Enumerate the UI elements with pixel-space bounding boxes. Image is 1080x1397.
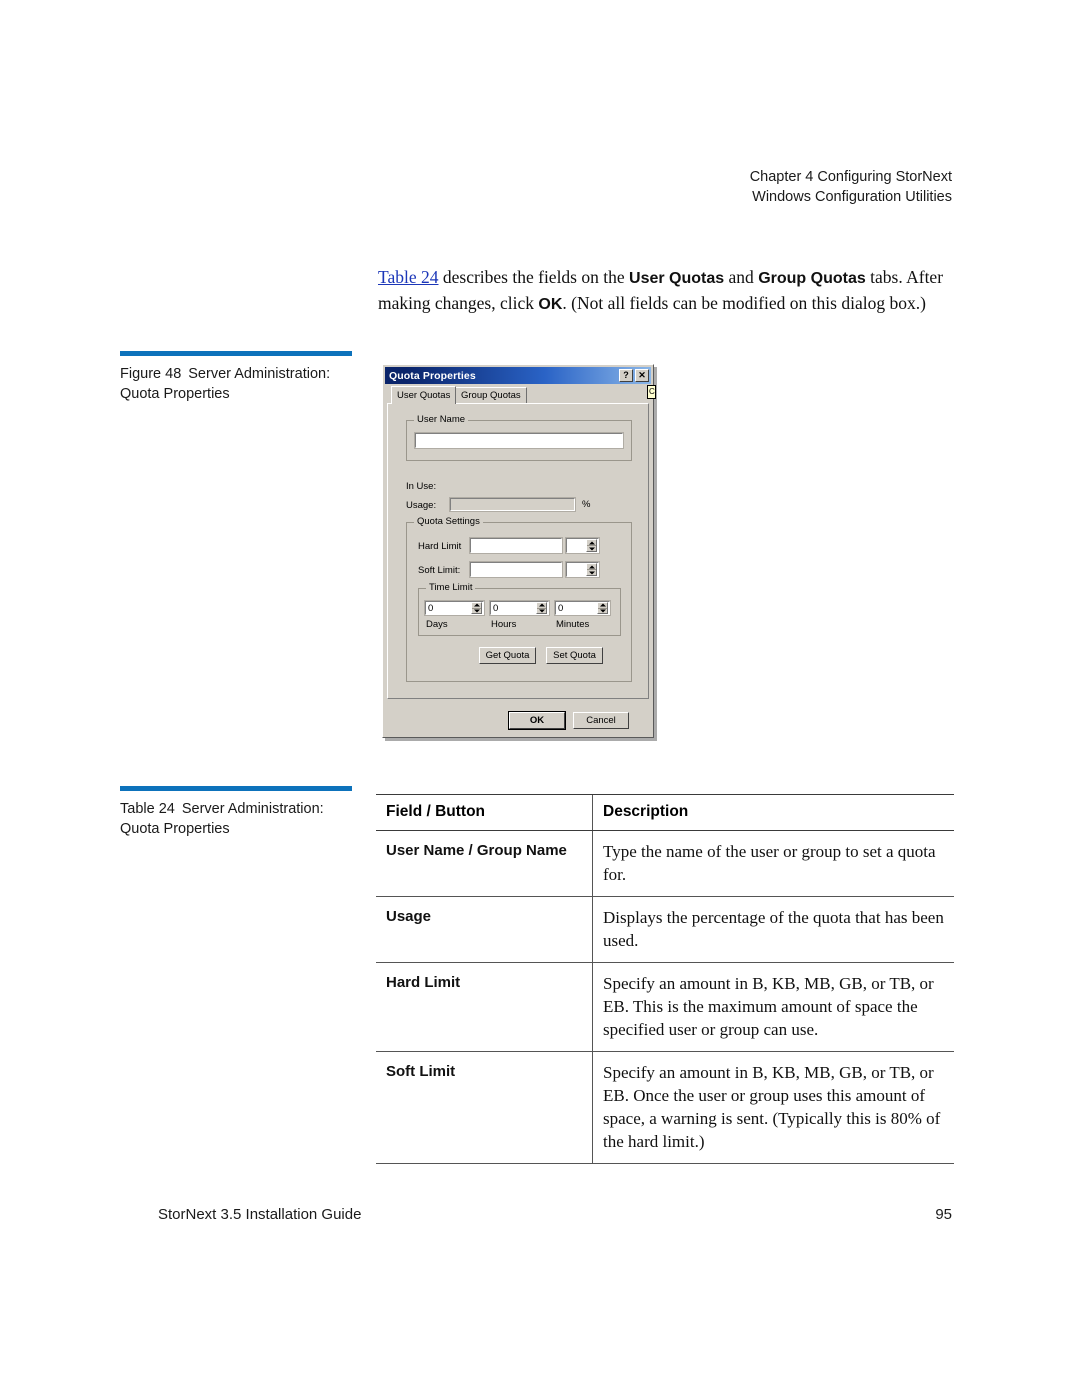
user-name-input[interactable] (414, 432, 624, 449)
hard-limit-spinner-down-icon[interactable] (587, 545, 596, 551)
intro-bold-ok: OK (538, 295, 563, 313)
time-limit-groupbox: Time Limit 0 Days 0 Hours 0 Minutes (418, 582, 621, 636)
running-header-line-1: Chapter 4 Configuring StorNext (749, 169, 952, 185)
row-description-user-name: Type the name of the user or group to se… (592, 830, 954, 897)
running-header: Chapter 4 Configuring StorNext Windows C… (750, 168, 952, 207)
usage-label: Usage: (406, 500, 437, 511)
row-field-user-name: User Name / Group Name (376, 830, 593, 897)
get-quota-button[interactable]: Get Quota (479, 647, 536, 664)
table-caption-label: Table 24 (120, 801, 175, 817)
usage-percent-symbol: % (582, 499, 591, 510)
hours-spinner-down-icon[interactable] (537, 607, 546, 614)
row-description-usage: Displays the percentage of the quota tha… (592, 896, 954, 963)
hard-limit-label: Hard Limit (418, 541, 462, 552)
hard-limit-spinner[interactable] (586, 539, 597, 552)
table-caption-rule (120, 786, 352, 791)
intro-text-part-4: . (Not all fields can be modified on thi… (562, 292, 926, 313)
quota-settings-groupbox-title: Quota Settings (414, 516, 483, 527)
figure-caption-rule (120, 351, 352, 356)
tab-group-quotas[interactable]: Group Quotas (455, 387, 527, 403)
days-spinner-down-icon[interactable] (472, 607, 481, 614)
time-limit-minutes-label: Minutes (556, 619, 590, 630)
intro-bold-user-quotas: User Quotas (629, 269, 725, 287)
soft-limit-input[interactable] (469, 561, 563, 578)
minutes-spinner-down-icon[interactable] (598, 607, 607, 614)
soft-limit-spinner-down-icon[interactable] (587, 569, 596, 575)
intro-text-part-2: and (724, 266, 759, 287)
user-name-groupbox-title: User Name (414, 414, 469, 425)
row-description-hard-limit: Specify an amount in B, KB, MB, GB, or T… (592, 962, 954, 1052)
tab-user-quotas-label: User Quotas (397, 390, 451, 401)
intro-text-part-1: describes the fields on the (438, 266, 630, 287)
table-row: Soft Limit Specify an amount in B, KB, M… (376, 1051, 954, 1164)
cancel-button[interactable]: Cancel (573, 712, 629, 729)
running-header-line-2: Windows Configuration Utilities (752, 188, 952, 205)
footer-page-number: 95 (935, 1206, 952, 1223)
intro-paragraph: Table 24 describes the fields on the Use… (378, 265, 958, 317)
time-limit-hours-spinner[interactable] (536, 602, 547, 614)
tab-group-quotas-label: Group Quotas (461, 390, 521, 401)
usage-readonly-field (449, 497, 576, 512)
table-caption: Table 24 Server Administration: Quota Pro… (120, 786, 352, 839)
row-field-usage: Usage (376, 896, 593, 963)
document-page: Chapter 4 Configuring StorNext Windows C… (0, 0, 1080, 1397)
column-header-field-button: Field / Button (376, 794, 593, 831)
dialog-tabstrip: User Quotas Group Quotas (391, 386, 649, 404)
table-row: User Name / Group Name Type the name of … (376, 830, 954, 897)
tab-user-quotas[interactable]: User Quotas (391, 386, 457, 404)
dialog-titlebar: Quota Properties ? ✕ (385, 367, 651, 384)
figure-caption-label: Figure 48 (120, 366, 182, 382)
row-description-soft-limit: Specify an amount in B, KB, MB, GB, or T… (592, 1051, 954, 1164)
page-footer: StorNext 3.5 Installation Guide 95 (158, 1206, 952, 1223)
time-limit-days-label: Days (426, 619, 448, 630)
row-field-soft-limit: Soft Limit (376, 1051, 593, 1164)
hard-limit-input[interactable] (469, 537, 563, 554)
soft-limit-spinner[interactable] (586, 563, 597, 576)
dialog-title: Quota Properties (389, 369, 476, 382)
in-use-label: In Use: (406, 481, 437, 492)
help-icon[interactable]: ? (619, 369, 633, 382)
table-header-row: Field / Button Description (376, 794, 954, 831)
set-quota-button[interactable]: Set Quota (546, 647, 603, 664)
table-row: Usage Displays the percentage of the quo… (376, 896, 954, 963)
footer-guide-title: StorNext 3.5 Installation Guide (158, 1206, 362, 1223)
table-row: Hard Limit Specify an amount in B, KB, M… (376, 962, 954, 1052)
intro-bold-group-quotas: Group Quotas (758, 269, 866, 287)
quota-properties-dialog-screenshot: Quota Properties ? ✕ C User Quotas Group… (382, 364, 656, 738)
time-limit-minutes-spinner[interactable] (597, 602, 608, 614)
column-header-description: Description (592, 794, 954, 831)
dialog-body: User Quotas Group Quotas User Name In Us… (387, 386, 649, 733)
row-field-hard-limit: Hard Limit (376, 962, 593, 1052)
quota-settings-groupbox: Quota Settings Hard Limit Soft Limit: Ti… (406, 516, 632, 682)
table-24-cross-reference-link[interactable]: Table 24 (378, 267, 439, 287)
close-icon[interactable]: ✕ (635, 369, 649, 382)
user-name-groupbox: User Name (406, 414, 632, 461)
ok-button[interactable]: OK (509, 712, 565, 729)
quota-fields-table: Field / Button Description User Name / G… (376, 794, 954, 1164)
time-limit-hours-label: Hours (491, 619, 517, 630)
dialog-tab-page: User Name In Use: Usage: % Quota Setting… (387, 403, 649, 699)
figure-caption: Figure 48 Server Administration: Quota Pr… (120, 351, 352, 404)
time-limit-days-spinner[interactable] (471, 602, 482, 614)
soft-limit-label: Soft Limit: (418, 565, 461, 576)
time-limit-groupbox-title: Time Limit (426, 582, 476, 593)
